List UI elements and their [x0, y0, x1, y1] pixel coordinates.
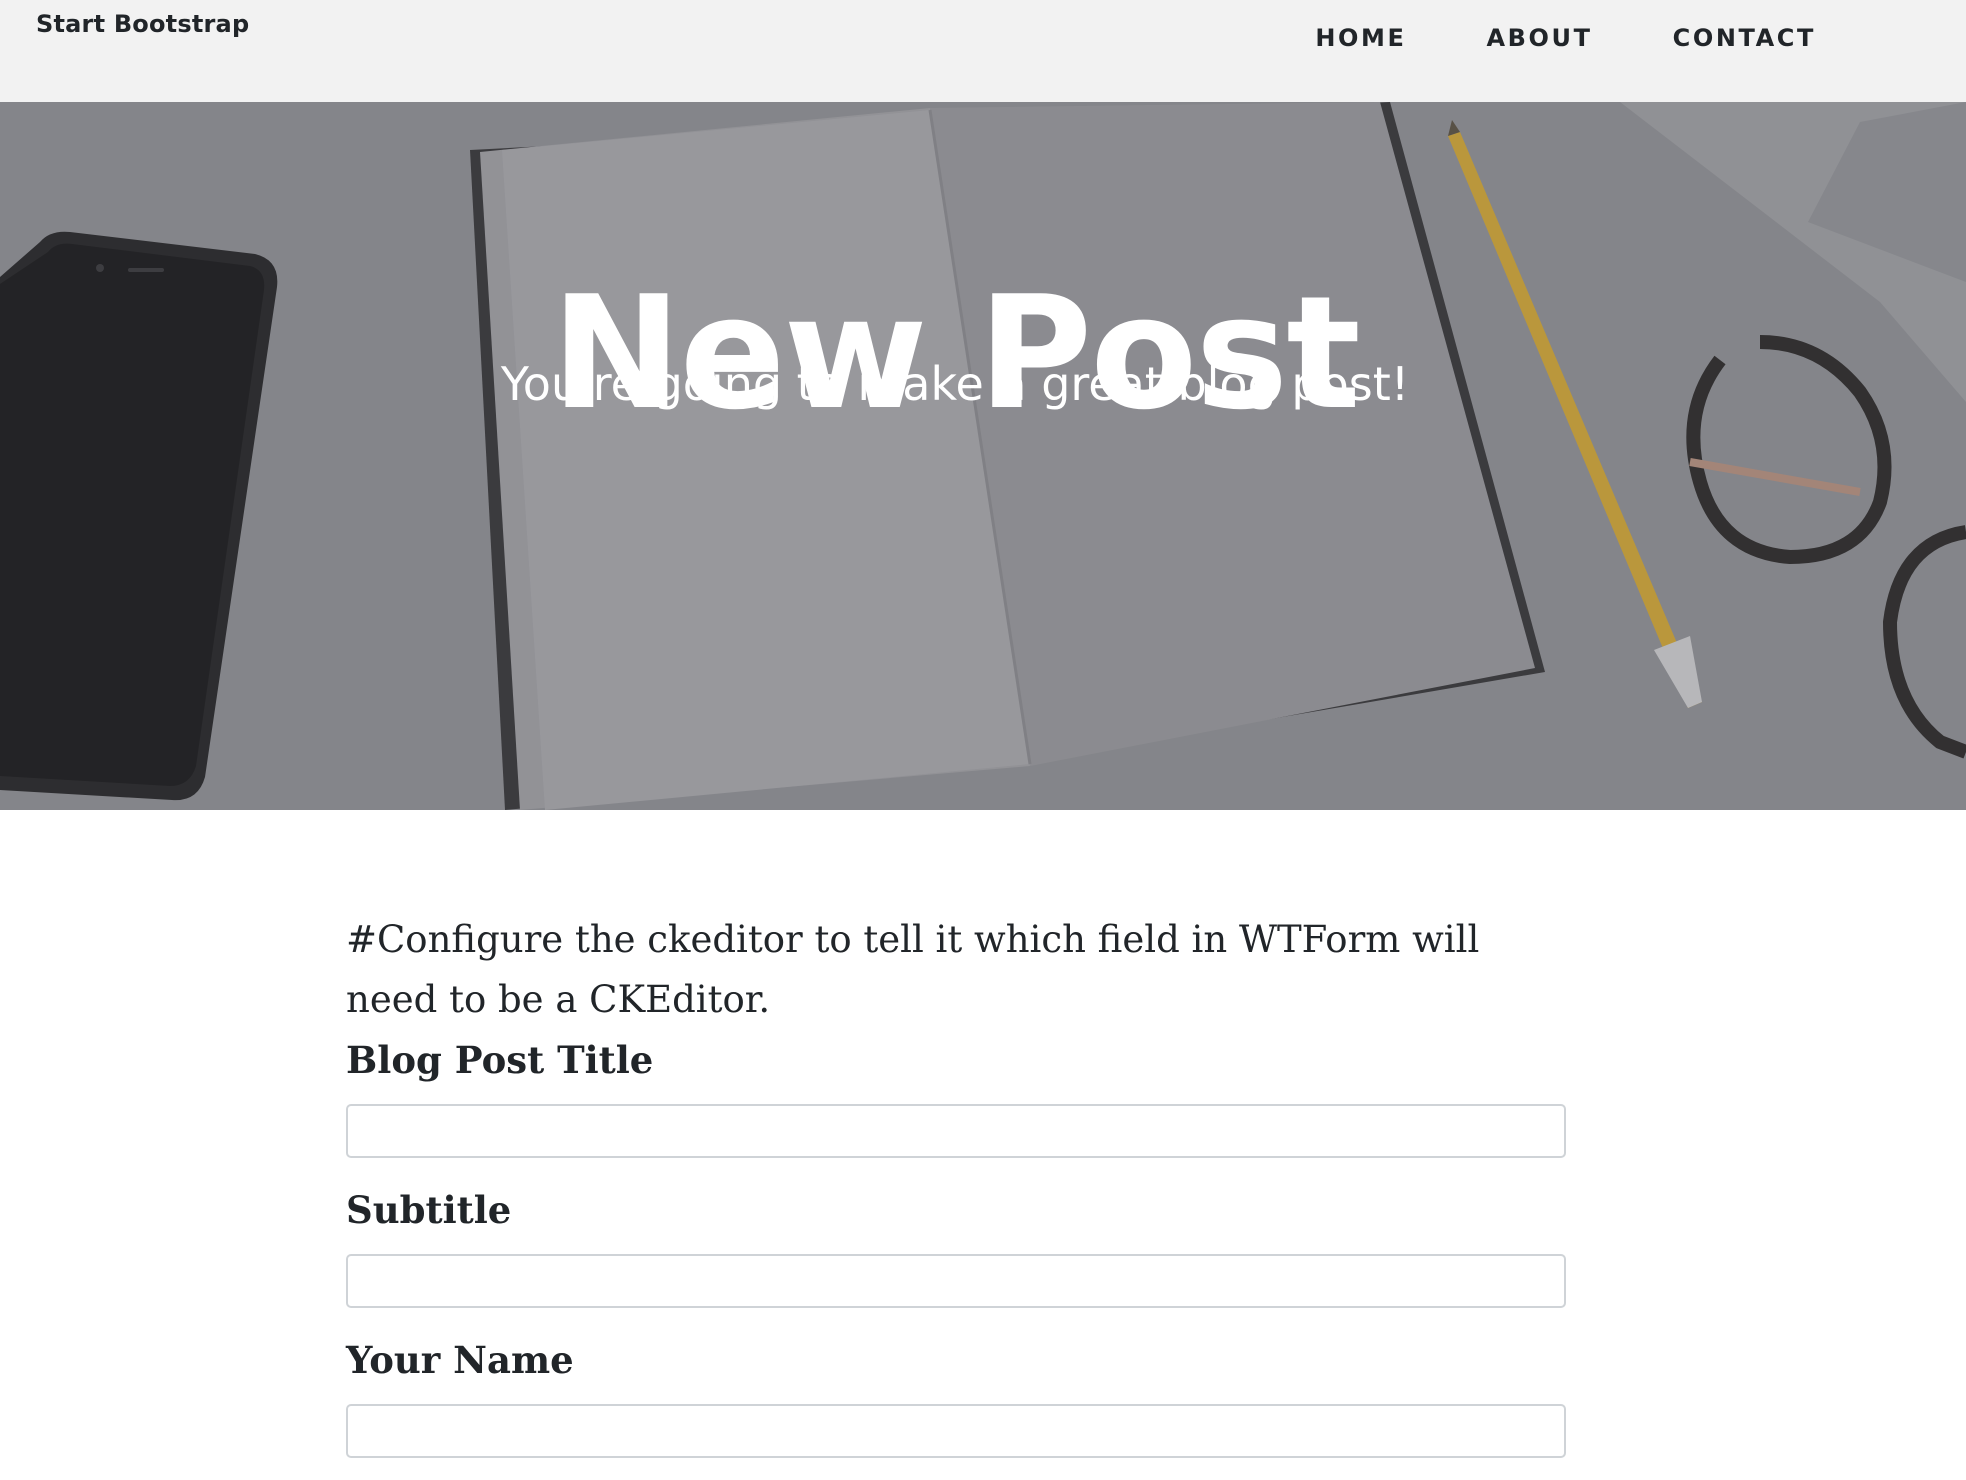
navbar: Start Bootstrap HOME ABOUT CONTACT	[0, 0, 1966, 102]
blog-post-title-input[interactable]	[346, 1104, 1566, 1158]
brand-link[interactable]: Start Bootstrap	[36, 10, 249, 38]
nav-contact-link[interactable]: CONTACT	[1673, 24, 1816, 52]
form-group-subtitle: Subtitle	[346, 1180, 1566, 1308]
new-post-form: Blog Post Title Subtitle Your Name	[346, 1030, 1566, 1458]
page-subtitle: You're going to make a great blog post!	[500, 357, 1410, 411]
main-content: #Configure the ckeditor to tell it which…	[346, 910, 1566, 1480]
subtitle-label: Subtitle	[346, 1188, 512, 1232]
intro-text: #Configure the ckeditor to tell it which…	[346, 918, 1480, 1021]
subtitle-input[interactable]	[346, 1254, 1566, 1308]
hero-header: New Post You're going to make a great bl…	[0, 102, 1966, 810]
hero-background-image	[0, 102, 1966, 810]
nav-home-link[interactable]: HOME	[1315, 24, 1406, 52]
your-name-label: Your Name	[346, 1338, 574, 1382]
your-name-input[interactable]	[346, 1404, 1566, 1458]
form-group-author: Your Name	[346, 1330, 1566, 1458]
nav-about-link[interactable]: ABOUT	[1486, 24, 1592, 52]
blog-post-title-label: Blog Post Title	[346, 1038, 654, 1082]
nav-links: HOME ABOUT CONTACT	[1235, 24, 1816, 52]
form-group-title: Blog Post Title	[346, 1030, 1566, 1158]
